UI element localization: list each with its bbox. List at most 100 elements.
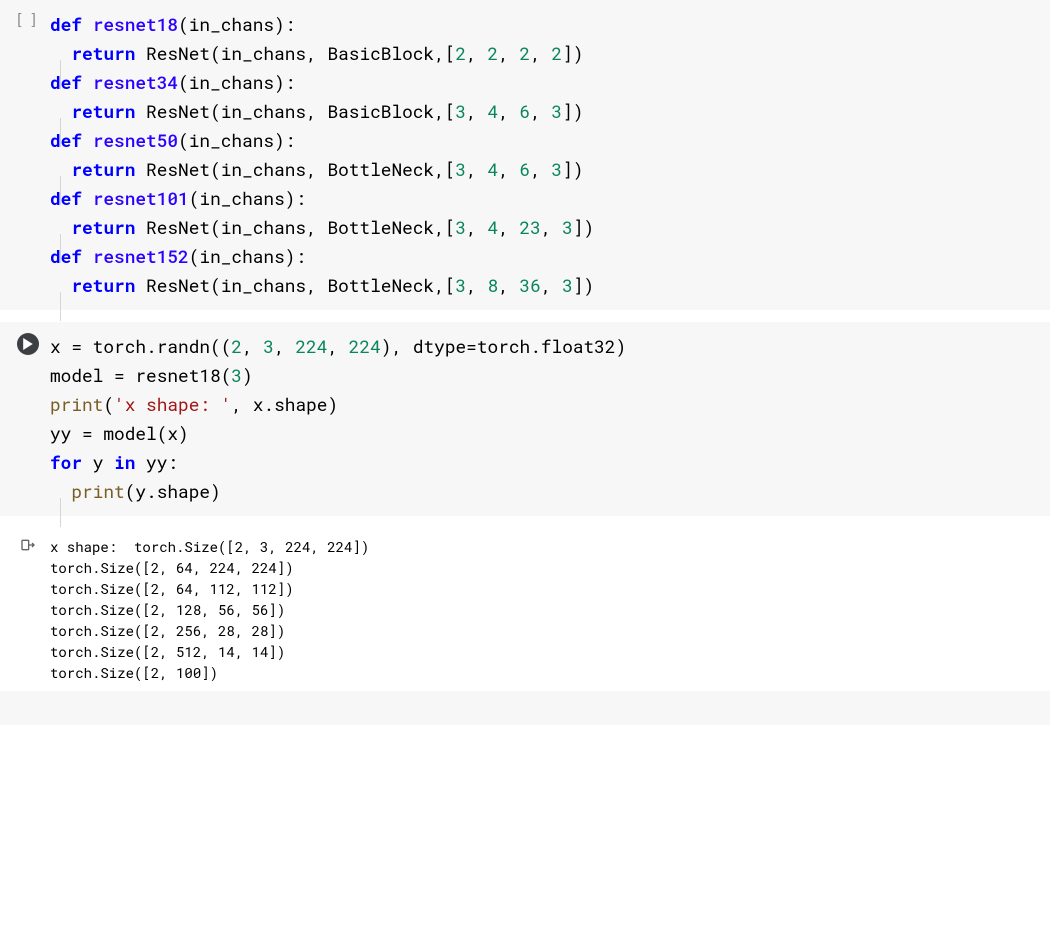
code-token: x = torch.randn(( bbox=[50, 334, 231, 358]
code-token: , bbox=[498, 273, 519, 297]
code-token: (in_chans): bbox=[189, 186, 306, 210]
code-line[interactable]: print(y.shape) bbox=[50, 477, 1042, 506]
code-token: 4 bbox=[488, 99, 499, 123]
code-token: , bbox=[327, 334, 348, 358]
code-editor[interactable]: x = torch.randn((2, 3, 224, 224), dtype=… bbox=[48, 330, 1050, 508]
code-line[interactable]: def resnet50(in_chans): bbox=[50, 126, 1042, 155]
code-line[interactable]: def resnet152(in_chans): bbox=[50, 242, 1042, 271]
cell-run-indicator-idle[interactable]: [ ] bbox=[8, 8, 48, 28]
code-token: , bbox=[530, 157, 551, 181]
code-token: 3 bbox=[456, 99, 467, 123]
code-token: 2 bbox=[520, 41, 531, 65]
code-token: 3 bbox=[456, 215, 467, 239]
code-token: resnet152 bbox=[93, 244, 189, 268]
code-cell[interactable]: x = torch.randn((2, 3, 224, 224), dtype=… bbox=[0, 322, 1050, 516]
code-token: , bbox=[466, 41, 487, 65]
code-line[interactable]: for y in yy: bbox=[50, 448, 1042, 477]
code-token: print bbox=[71, 479, 124, 503]
code-token: (y.shape) bbox=[125, 479, 221, 503]
code-token: 3 bbox=[456, 273, 467, 297]
output-line: torch.Size([2, 64, 224, 224]) bbox=[50, 557, 1042, 578]
code-line[interactable]: model = resnet18(3) bbox=[50, 361, 1042, 390]
code-token: ]) bbox=[562, 157, 583, 181]
code-token: yy: bbox=[146, 450, 178, 474]
code-line[interactable]: return ResNet(in_chans, BottleNeck,[3, 4… bbox=[50, 213, 1042, 242]
code-line[interactable]: x = torch.randn((2, 3, 224, 224), dtype=… bbox=[50, 332, 1042, 361]
code-token: return bbox=[71, 273, 146, 297]
code-token: 3 bbox=[263, 334, 274, 358]
code-token: def bbox=[50, 244, 93, 268]
code-cell[interactable]: [ ]def resnet18(in_chans): return ResNet… bbox=[0, 0, 1050, 310]
code-token: 3 bbox=[552, 157, 563, 181]
code-line[interactable]: yy = model(x) bbox=[50, 419, 1042, 448]
code-token: , bbox=[530, 41, 551, 65]
code-token: , bbox=[498, 99, 519, 123]
code-token: return bbox=[71, 157, 146, 181]
code-token: 2 bbox=[488, 41, 499, 65]
code-token: , bbox=[530, 99, 551, 123]
code-token: 36 bbox=[520, 273, 541, 297]
code-editor[interactable]: def resnet18(in_chans): return ResNet(in… bbox=[48, 8, 1050, 302]
code-token: 224 bbox=[295, 334, 327, 358]
code-token: resnet50 bbox=[93, 128, 178, 152]
code-token: resnet18 bbox=[93, 12, 178, 36]
code-token: , bbox=[466, 273, 487, 297]
code-token: ]) bbox=[562, 41, 583, 65]
code-token: return bbox=[71, 41, 146, 65]
code-token: return bbox=[71, 99, 146, 123]
code-token: 3 bbox=[552, 99, 563, 123]
code-line[interactable]: return ResNet(in_chans, BottleNeck,[ 3, 4… bbox=[50, 155, 1042, 184]
code-token: 3 bbox=[231, 363, 242, 387]
code-token: model = resnet18( bbox=[50, 363, 231, 387]
code-token: ]) bbox=[573, 273, 594, 297]
output-area: x shape: torch.Size([2, 3, 224, 224])tor… bbox=[48, 534, 1050, 685]
code-token: resnet101 bbox=[93, 186, 189, 210]
code-token: ResNet(in_chans, BasicBlock,[ bbox=[146, 99, 455, 123]
code-line[interactable]: return ResNet(in_chans, BasicBlock,[2, 2… bbox=[50, 39, 1042, 68]
code-token: , bbox=[498, 215, 519, 239]
output-line: torch.Size([2, 512, 14, 14]) bbox=[50, 641, 1042, 662]
code-token: def bbox=[50, 186, 93, 210]
code-token: ]) bbox=[573, 215, 594, 239]
code-token: (in_chans): bbox=[189, 244, 306, 268]
notebook: [ ]def resnet18(in_chans): return ResNet… bbox=[0, 0, 1050, 725]
code-token: 2 bbox=[456, 41, 467, 65]
code-line[interactable]: def resnet101(in_chans): bbox=[50, 184, 1042, 213]
code-token: ), dtype=torch.float32) bbox=[381, 334, 626, 358]
code-token: print bbox=[50, 392, 103, 416]
code-token: 6 bbox=[520, 157, 531, 181]
code-token: , bbox=[466, 157, 487, 181]
code-token: 3 bbox=[562, 273, 573, 297]
code-line[interactable]: def resnet18(in_chans): bbox=[50, 10, 1042, 39]
code-token: def bbox=[50, 70, 93, 94]
code-line[interactable]: return ResNet(in_chans, BottleNeck,[3, 8… bbox=[50, 271, 1042, 300]
brackets-icon: [ ] bbox=[17, 11, 39, 28]
cell-output-indicator[interactable] bbox=[8, 534, 48, 553]
empty-code-cell[interactable] bbox=[0, 691, 1050, 725]
code-line[interactable]: print('x shape: ', x.shape) bbox=[50, 390, 1042, 419]
output-arrow-icon bbox=[20, 537, 36, 553]
code-line[interactable]: def resnet34(in_chans): bbox=[50, 68, 1042, 97]
code-token: ResNet(in_chans, BottleNeck,[ bbox=[146, 273, 455, 297]
code-token: (in_chans): bbox=[178, 70, 295, 94]
code-token: 2 bbox=[231, 334, 242, 358]
code-token: 2 bbox=[552, 41, 563, 65]
code-token: def bbox=[50, 128, 93, 152]
code-token: , bbox=[274, 334, 295, 358]
cell-run-button[interactable] bbox=[8, 330, 48, 355]
code-token: 4 bbox=[488, 157, 499, 181]
code-token: , bbox=[466, 99, 487, 123]
code-line[interactable]: return ResNet(in_chans, BasicBlock,[3, 4… bbox=[50, 97, 1042, 126]
output-line: torch.Size([2, 100]) bbox=[50, 662, 1042, 683]
code-token: 6 bbox=[520, 99, 531, 123]
play-icon[interactable] bbox=[17, 333, 39, 355]
code-token: ResNet(in_chans, BottleNeck,[ bbox=[146, 157, 455, 181]
code-token: 23 bbox=[520, 215, 541, 239]
code-token: 4 bbox=[488, 215, 499, 239]
code-token: return bbox=[71, 215, 146, 239]
code-token: yy = model(x) bbox=[50, 421, 189, 445]
code-token: 8 bbox=[488, 273, 499, 297]
code-token: 3 bbox=[562, 215, 573, 239]
code-token: def bbox=[50, 12, 93, 36]
code-token: ResNet(in_chans, BottleNeck,[ bbox=[146, 215, 455, 239]
